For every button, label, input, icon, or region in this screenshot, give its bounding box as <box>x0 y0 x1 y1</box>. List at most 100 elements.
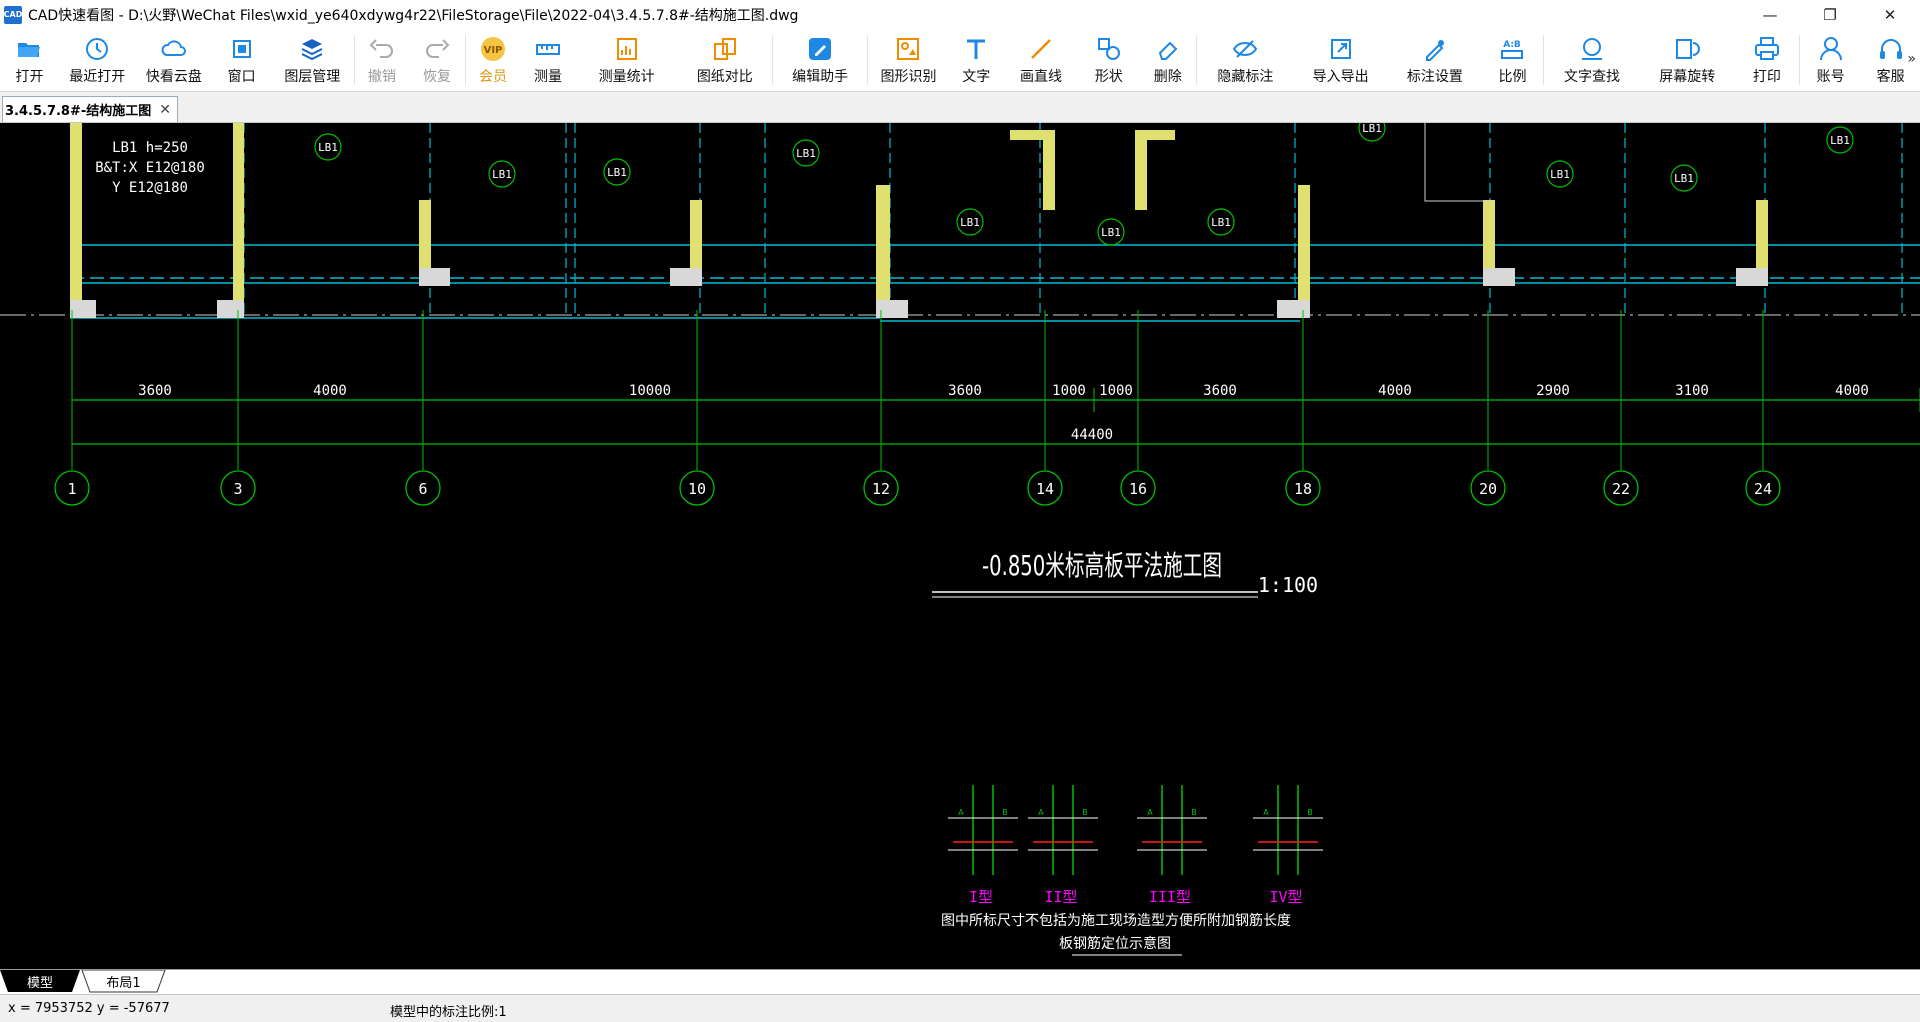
axis-bubble-label: 3 <box>233 480 242 498</box>
shape-recognize-icon <box>894 35 922 63</box>
toolbar-button-22[interactable]: 屏幕旋转 <box>1640 29 1734 85</box>
screen-rotate-icon <box>1673 35 1701 63</box>
toolbar-button-label: 图层管理 <box>284 69 341 85</box>
toolbar-button-3[interactable]: 窗口 <box>212 29 271 85</box>
toolbar-button-17[interactable]: 隐藏标注 <box>1197 29 1293 85</box>
toolbar-button-label: 客服 <box>1876 69 1905 85</box>
toolbar-button-5[interactable]: 撤销 <box>355 29 410 85</box>
ruler-icon <box>534 35 562 63</box>
slab-tag-label: LB1 <box>1101 226 1121 239</box>
toolbar-button-label: 恢复 <box>423 69 452 85</box>
toolbar-button-14[interactable]: 画直线 <box>1004 29 1079 85</box>
axis-bubble-label: 16 <box>1129 480 1147 498</box>
toolbar-button-label: 编辑助手 <box>792 69 849 85</box>
toolbar-button-21[interactable]: 文字查找 <box>1544 29 1640 85</box>
restore-button[interactable]: ❐ <box>1800 0 1860 29</box>
slab-tag-label: LB1 <box>1211 216 1231 229</box>
title-bar: CAD CAD快速看图 - D:\火野\WeChat Files\wxid_ye… <box>0 0 1920 29</box>
hide-eye-icon <box>1231 35 1259 63</box>
slab-tag-label: LB1 <box>1362 123 1382 135</box>
toolbar-button-1[interactable]: 最近打开 <box>59 29 136 85</box>
toolbar-button-23[interactable]: 打印 <box>1734 29 1799 85</box>
cloud-icon <box>160 35 188 63</box>
toolbar-button-20[interactable]: A:B 比例 <box>1482 29 1543 85</box>
column-block <box>1483 268 1515 286</box>
shear-wall <box>1135 130 1147 210</box>
window-title: CAD快速看图 - D:\火野\WeChat Files\wxid_ye640x… <box>28 7 799 24</box>
toolbar-button-12[interactable]: 图形识别 <box>868 29 949 85</box>
toolbar-button-11[interactable]: 编辑助手 <box>773 29 867 85</box>
minimize-button[interactable]: — <box>1740 0 1800 29</box>
toolbar-button-label: 删除 <box>1153 69 1182 85</box>
scale-ab-icon: A:B <box>1498 35 1526 63</box>
column-block <box>217 300 244 318</box>
cad-drawing[interactable]: LB1 LB1 LB1 LB1 LB1 LB1 LB1 LB1 LB1 LB1 LB1 LB1 h=2… <box>0 123 1920 969</box>
toolbar-button-18[interactable]: 导入导出 <box>1293 29 1387 85</box>
plan-title: -0.850米标高板平法施工图 <box>982 549 1222 582</box>
toolbar-button-4[interactable]: 图层管理 <box>271 29 354 85</box>
tab-close-icon[interactable]: ✕ <box>159 102 171 118</box>
shear-wall <box>1298 185 1310 307</box>
toolbar-button-label: 标注设置 <box>1406 69 1463 85</box>
toolbar-button-label: 图纸对比 <box>696 69 753 85</box>
axis-bubble-label: 24 <box>1754 480 1772 498</box>
main-toolbar: 打开 最近打开 快看云盘 窗口 图层管理 撤销 恢复 VIP 会员 测量 测量统计 图纸对比 编辑助手 图… <box>0 29 1920 92</box>
axis-bubble-label: 1 <box>67 480 76 498</box>
toolbar-button-19[interactable]: 标注设置 <box>1388 29 1482 85</box>
shear-wall <box>1043 130 1055 210</box>
toolbar-button-13[interactable]: 文字 <box>949 29 1004 85</box>
shear-wall <box>419 200 431 270</box>
dimension-label: 3600 <box>138 383 172 399</box>
detail-type-label: II型 <box>1044 888 1077 906</box>
axis-bubble-label: 6 <box>418 480 427 498</box>
toolbar-button-8[interactable]: 测量 <box>521 29 576 85</box>
annotation-scale: 模型中的标注比例:1 <box>390 1005 507 1020</box>
slab-tag-label: LB1 <box>1674 172 1694 185</box>
shear-wall <box>70 123 82 307</box>
headset-icon <box>1877 35 1905 63</box>
toolbar-button-9[interactable]: 测量统计 <box>576 29 678 85</box>
dimension-label: 3600 <box>948 383 982 399</box>
window-frame-icon <box>228 35 256 63</box>
toolbar-button-label: 快看云盘 <box>145 69 202 85</box>
slab-note-line: B&T:X E12@180 <box>95 160 205 176</box>
slab-tag-label: LB1 <box>492 168 512 181</box>
toolbar-more-icon[interactable]: » <box>1907 51 1916 67</box>
layout-tab-model[interactable]: 模型 <box>8 970 72 992</box>
slab-tag-label: LB1 <box>1830 134 1850 147</box>
app-logo-icon: CAD <box>4 5 22 24</box>
detail-mark-a: A <box>1038 808 1044 817</box>
dimension-label: 4000 <box>1835 383 1869 399</box>
toolbar-button-2[interactable]: 快看云盘 <box>136 29 213 85</box>
detail-mark-b: B <box>1082 808 1088 817</box>
toolbar-button-7[interactable]: VIP 会员 <box>466 29 521 85</box>
toolbar-button-16[interactable]: 删除 <box>1139 29 1196 85</box>
dimension-label: 10000 <box>629 383 671 399</box>
window-controls: — ❐ ✕ <box>1740 0 1920 29</box>
toolbar-button-label: 图形识别 <box>880 69 937 85</box>
toolbar-button-label: 测量统计 <box>598 69 655 85</box>
undo-icon <box>368 35 396 63</box>
column-block <box>419 268 450 286</box>
axis-bubble-label: 14 <box>1036 480 1054 498</box>
recent-clock-icon <box>83 35 111 63</box>
toolbar-button-15[interactable]: 形状 <box>1078 29 1139 85</box>
toolbar-button-label: 打印 <box>1752 69 1781 85</box>
layout-tab-layout1[interactable]: 布局1 <box>90 970 157 992</box>
toolbar-button-label: 形状 <box>1094 69 1123 85</box>
toolbar-button-10[interactable]: 图纸对比 <box>678 29 772 85</box>
shear-wall <box>690 200 702 270</box>
leader-line <box>1424 123 1490 202</box>
drawing-canvas[interactable]: LB1 LB1 LB1 LB1 LB1 LB1 LB1 LB1 LB1 LB1 LB1 LB1 h=2… <box>0 123 1920 969</box>
close-window-button[interactable]: ✕ <box>1860 0 1920 29</box>
measure-stats-icon <box>613 35 641 63</box>
status-bar: x = 7953752 y = -57677 模型中的标注比例:1 <box>0 994 1920 1022</box>
tab-document[interactable]: 3.4.5.7.8#-结构施工图 ✕ <box>2 96 179 122</box>
toolbar-button-0[interactable]: 打开 <box>0 29 59 85</box>
toolbar-button-label: 窗口 <box>227 69 256 85</box>
toolbar-button-6[interactable]: 恢复 <box>410 29 465 85</box>
dimension-label: 3100 <box>1675 383 1709 399</box>
tab-document-label: 3.4.5.7.8#-结构施工图 <box>5 104 152 119</box>
toolbar-button-24[interactable]: 账号 <box>1800 29 1861 85</box>
axis-bubble-label: 18 <box>1294 480 1312 498</box>
